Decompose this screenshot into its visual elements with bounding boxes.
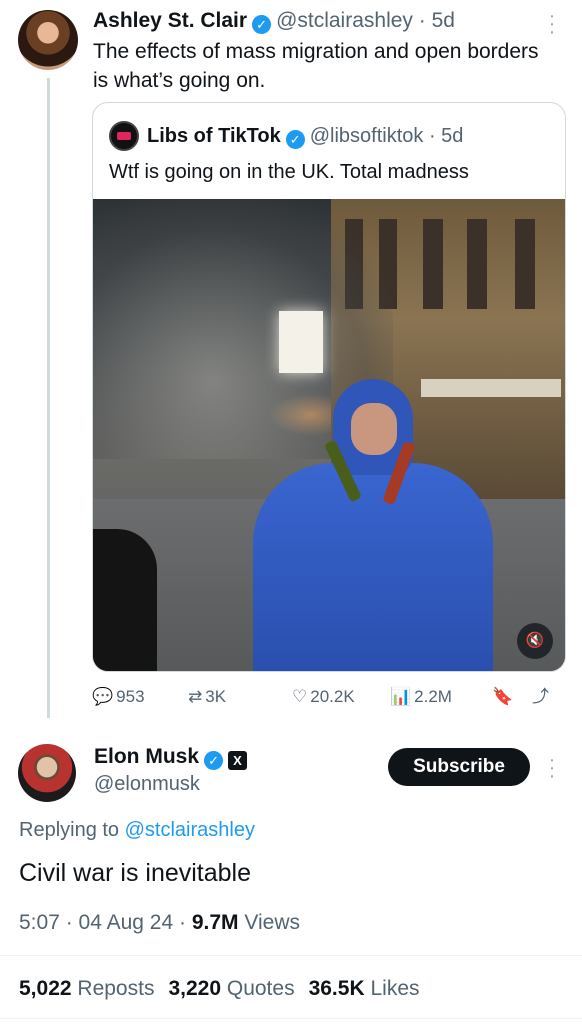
separator-dot: ·: [412, 9, 432, 32]
main-tweet-header: Elon Musk ✓ X: [94, 744, 248, 770]
engagement-stats: 5,022 Reposts 3,220 Quotes 36.5K Likes: [19, 975, 420, 1003]
repost-icon: ⇄: [188, 687, 203, 706]
reposts-count: 5,022: [19, 977, 72, 1000]
views-button[interactable]: 📊 2.2M: [390, 684, 452, 710]
embedded-video[interactable]: 🔇: [93, 199, 565, 671]
parent-tweet-header: Ashley St. Clair ✓ @stclairashley · 5d: [93, 8, 455, 34]
quoted-display-name: Libs of TikTok: [147, 125, 281, 147]
replying-prefix: Replying to: [19, 819, 120, 841]
likes-label: Likes: [370, 977, 420, 1000]
tweet-time[interactable]: 5:07: [19, 911, 60, 934]
divider: [0, 955, 582, 956]
quoted-tweet-card[interactable]: Libs of TikTok ✓ @libsoftiktok · 5d Wtf is…: [92, 102, 566, 672]
divider: [0, 1018, 582, 1019]
tweet-meta: 5:07 · 04 Aug 24 · 9.7M Views: [19, 909, 300, 937]
parent-action-bar: 💬 953 ⇄ 3K ♡ 20.2K 📊 2.2M 🔖 ⤴: [92, 684, 560, 710]
parent-time[interactable]: 5d: [432, 9, 455, 32]
video-person: [253, 379, 493, 671]
verified-badge-icon: ✓: [204, 751, 224, 770]
likes-count: 36.5K: [308, 977, 365, 1000]
main-display-name[interactable]: Elon Musk: [94, 745, 199, 768]
thread-connector-line: [47, 78, 50, 718]
quoted-tweet-text: Wtf is going on in the UK. Total madness: [109, 161, 469, 183]
main-tweet-text: Civil war is inevitable: [19, 859, 252, 887]
parent-display-name[interactable]: Ashley St. Clair: [93, 9, 247, 32]
like-button[interactable]: ♡ 20.2K: [292, 684, 355, 710]
reposts-stat[interactable]: 5,022 Reposts: [19, 977, 154, 1000]
x-logo-icon[interactable]: X: [228, 751, 248, 770]
avatar-libsoftiktok: [109, 121, 139, 151]
quoted-tweet-header: Libs of TikTok ✓ @libsoftiktok · 5d: [147, 123, 463, 149]
replying-mention[interactable]: @stclairashley: [125, 819, 255, 841]
share-icon[interactable]: ⤴: [532, 684, 549, 710]
more-vertical-icon[interactable]: · · ·: [548, 750, 556, 786]
parent-handle[interactable]: @stclairashley: [276, 9, 413, 32]
quotes-label: Quotes: [226, 977, 295, 1000]
separator-dot: ·: [423, 125, 442, 147]
bookmark-icon[interactable]: 🔖: [492, 684, 513, 710]
reply-icon: 💬: [92, 687, 114, 706]
separator-dot: ·: [173, 911, 192, 934]
views-count: 2.2M: [414, 687, 452, 706]
views-label: Views: [244, 911, 300, 934]
tweet-detail-page: Ashley St. Clair ✓ @stclairashley · 5d · · ·…: [0, 0, 582, 1024]
video-figure-left: [93, 529, 157, 671]
like-count: 20.2K: [310, 687, 355, 706]
avatar-ashley[interactable]: [18, 10, 78, 70]
quoted-handle: @libsoftiktok: [309, 125, 424, 147]
main-handle[interactable]: @elonmusk: [94, 771, 200, 797]
subscribe-button[interactable]: Subscribe: [388, 748, 530, 786]
verified-badge-icon: ✓: [285, 130, 305, 149]
reply-button[interactable]: 💬 953: [92, 684, 145, 710]
heart-icon: ♡: [292, 687, 308, 706]
more-vertical-icon[interactable]: · · ·: [548, 6, 556, 42]
reposts-label: Reposts: [77, 977, 155, 1000]
mute-icon[interactable]: 🔇: [517, 623, 553, 659]
repost-count: 3K: [205, 687, 227, 706]
video-street-light: [279, 311, 323, 373]
parent-tweet-text: The effects of mass migration and open b…: [93, 40, 539, 92]
views-count-main: 9.7M: [191, 911, 239, 934]
tweet-date[interactable]: 04 Aug 24: [79, 911, 174, 934]
replying-to: Replying to @stclairashley: [19, 816, 255, 844]
repost-button[interactable]: ⇄ 3K: [188, 684, 226, 710]
reply-count: 953: [116, 687, 145, 706]
avatar-elon[interactable]: [18, 744, 76, 802]
quoted-time: 5d: [441, 125, 464, 147]
quotes-count: 3,220: [168, 977, 222, 1000]
likes-stat[interactable]: 36.5K Likes: [309, 977, 420, 1000]
verified-badge-icon: ✓: [252, 15, 272, 34]
views-icon: 📊: [390, 687, 412, 706]
separator-dot: ·: [59, 911, 79, 934]
quotes-stat[interactable]: 3,220 Quotes: [168, 977, 294, 1000]
